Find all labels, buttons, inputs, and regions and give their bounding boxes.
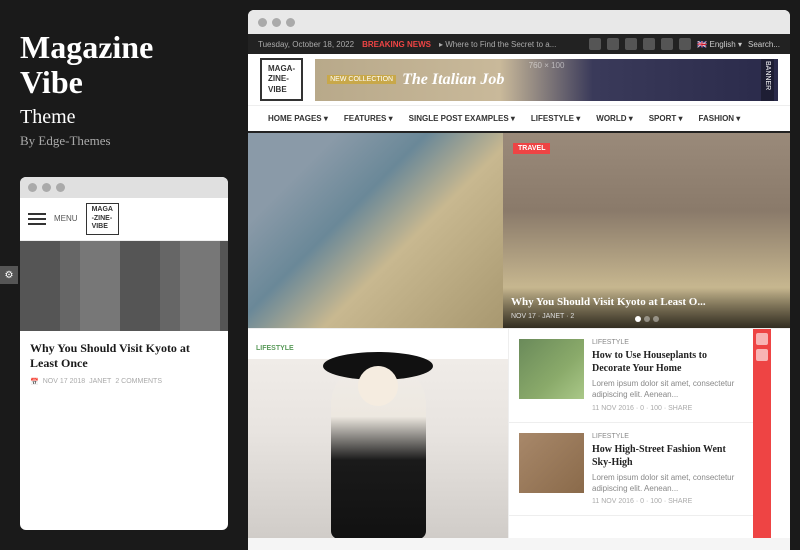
article-card-1[interactable]: LIFESTYLE How to Use Houseplants to Deco… [509, 329, 753, 422]
mini-browser-mockup: MENU MAGA-ZINE-VIBE Why You Should Visit… [20, 177, 228, 530]
red-icon-1[interactable] [756, 333, 768, 345]
banner-new-label: NEW COLLECTION [327, 75, 396, 84]
window-dot-2 [42, 183, 51, 192]
meta-calendar-icon: 📅 [30, 378, 39, 386]
main-navigation: HOME PAGES ▾ FEATURES ▾ SINGLE POST EXAM… [248, 106, 790, 133]
girl-figure [331, 364, 426, 538]
top-bar-right: 🇬🇧 English ▾ Search... [589, 38, 780, 50]
header-banner: NEW COLLECTION The Italian Job BANNER 76… [315, 59, 778, 101]
mini-browser-titlebar [20, 177, 228, 198]
dot-2[interactable] [644, 316, 650, 322]
site-logo: MAGA-ZINE-VIBE [260, 58, 303, 101]
rss-icon[interactable] [661, 38, 673, 50]
nav-fashion[interactable]: FASHION ▾ [691, 106, 749, 131]
article-info-1: LIFESTYLE How to Use Houseplants to Deco… [592, 339, 743, 411]
youtube-icon[interactable] [643, 38, 655, 50]
article-meta-2: 11 NOV 2016 · 0 · 100 · SHARE [592, 498, 743, 505]
hero-slot-center[interactable]: TRAVEL Why You Should Visit Kyoto at Lea… [503, 133, 790, 328]
left-sidebar: MagazineVibe Theme By Edge-Themes MENU M… [0, 0, 248, 550]
facebook-icon[interactable] [607, 38, 619, 50]
brand-by: By Edge-Themes [20, 133, 228, 149]
hamburger-icon[interactable] [28, 213, 46, 225]
banner-title: The Italian Job [402, 71, 504, 89]
girl-face [358, 366, 398, 406]
star-icon[interactable] [679, 38, 691, 50]
article-category-2: LIFESTYLE [592, 433, 743, 440]
mini-featured-article: Why You Should Visit Kyoto at Least Once… [20, 331, 228, 392]
nav-sport[interactable]: SPORT ▾ [641, 106, 691, 131]
article-excerpt-1: Lorem ipsum dolor sit amet, consectetur … [592, 378, 743, 400]
mini-article-comments: 2 COMMENTS [115, 378, 162, 385]
window-dot-1 [28, 183, 37, 192]
mini-hero-image [20, 241, 228, 331]
red-icon-2[interactable] [756, 349, 768, 361]
article-excerpt-2: Lorem ipsum dolor sit amet, consectetur … [592, 472, 743, 494]
main-browser-panel: Tuesday, October 18, 2022 BREAKING NEWS … [248, 10, 790, 550]
dot-1[interactable] [635, 316, 641, 322]
nav-home-pages[interactable]: HOME PAGES ▾ [260, 106, 336, 131]
top-bar-left: Tuesday, October 18, 2022 BREAKING NEWS … [258, 40, 556, 49]
article-thumb-1 [519, 339, 584, 399]
menu-label: MENU [54, 214, 78, 223]
article-card-2[interactable]: LIFESTYLE How High-Street Fashion Went S… [509, 423, 753, 516]
mini-site-logo: MAGA-ZINE-VIBE [86, 203, 119, 234]
site-top-bar: Tuesday, October 18, 2022 BREAKING NEWS … [248, 34, 790, 54]
nav-single-post[interactable]: SINGLE POST EXAMPLES ▾ [401, 106, 523, 131]
lower-content-section: LIFESTYLE [248, 328, 790, 538]
article-title-1[interactable]: How to Use Houseplants to Decorate Your … [592, 349, 743, 375]
hero-slider: ⚙ TRAVEL Why You Should Visit Kyoto at L… [248, 133, 790, 328]
content-area: ⚙ TRAVEL Why You Should Visit Kyoto at L… [248, 133, 790, 550]
nav-world[interactable]: WORLD ▾ [588, 106, 640, 131]
browser-dot-1 [258, 18, 267, 27]
brand-subtitle: Theme [20, 106, 228, 129]
browser-titlebar [248, 10, 790, 34]
mini-article-author: JANET [89, 378, 111, 385]
nav-features[interactable]: FEATURES ▾ [336, 106, 401, 131]
nav-lifestyle[interactable]: LIFESTYLE ▾ [523, 106, 588, 131]
date-display: Tuesday, October 18, 2022 [258, 40, 354, 49]
site-header: MAGA-ZINE-VIBE NEW COLLECTION The Italia… [248, 54, 790, 106]
article-category-1: LIFESTYLE [592, 339, 743, 346]
lower-right-articles: LIFESTYLE How to Use Houseplants to Deco… [508, 329, 753, 538]
twitter-icon[interactable] [589, 38, 601, 50]
brand-title: MagazineVibe [20, 30, 228, 100]
article-title-2[interactable]: How High-Street Fashion Went Sky-High [592, 443, 743, 469]
window-dot-3 [56, 183, 65, 192]
lower-main-image [248, 359, 508, 538]
red-sidebar-bar [753, 329, 771, 538]
mini-article-title: Why You Should Visit Kyoto at Least Once [30, 341, 218, 372]
article-thumb-2 [519, 433, 584, 493]
article-meta-1: 11 NOV 2016 · 0 · 100 · SHARE [592, 405, 743, 412]
breaking-news-text: ▸ Where to Find the Secret to a... [439, 40, 556, 49]
lower-left-image-section: LIFESTYLE [248, 329, 508, 538]
banner-side-label: BANNER [761, 59, 774, 101]
linkedin-icon[interactable] [625, 38, 637, 50]
hero-center-tag: TRAVEL [513, 143, 550, 154]
dot-3[interactable] [653, 316, 659, 322]
browser-dot-2 [272, 18, 281, 27]
mini-browser-nav: MENU MAGA-ZINE-VIBE [20, 198, 228, 240]
browser-dot-3 [286, 18, 295, 27]
search-link[interactable]: Search... [748, 40, 780, 49]
language-selector[interactable]: 🇬🇧 English ▾ [697, 40, 742, 49]
banner-size: 760 × 100 [529, 61, 565, 70]
hero-center-title: Why You Should Visit Kyoto at Least O... [511, 295, 782, 309]
hero-center-meta-text: NOV 17 · JANET · 2 [511, 313, 574, 320]
hero-slot-left [248, 133, 503, 328]
breaking-news-label: BREAKING NEWS [362, 40, 431, 49]
article-info-2: LIFESTYLE How High-Street Fashion Went S… [592, 433, 743, 505]
slider-dots-center [635, 316, 659, 322]
mini-article-meta: 📅 NOV 17 2018 JANET 2 COMMENTS [30, 378, 218, 386]
mini-article-date: NOV 17 2018 [43, 378, 85, 385]
